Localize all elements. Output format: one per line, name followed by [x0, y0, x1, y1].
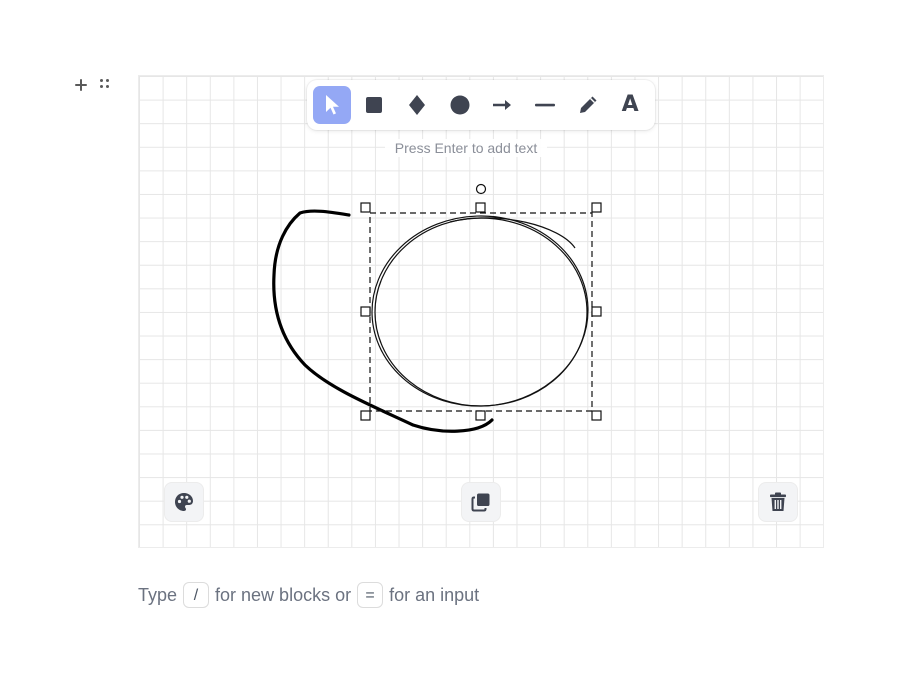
rotate-handle[interactable]	[475, 183, 487, 195]
square-icon	[366, 97, 383, 113]
handle-top	[475, 202, 486, 213]
handle-bottom-right	[591, 410, 602, 421]
tool-ellipse[interactable]	[441, 86, 479, 124]
tool-rectangle[interactable]	[356, 86, 394, 124]
tool-arrow[interactable]	[484, 86, 522, 124]
empty-block-placeholder[interactable]: Type / for new blocks or = for an input	[138, 582, 479, 608]
circle-icon	[450, 95, 470, 115]
freehand-stroke[interactable]	[272, 209, 494, 433]
cursor-icon	[325, 95, 339, 115]
palette-icon	[175, 493, 193, 511]
placeholder-suffix: for an input	[389, 584, 480, 605]
tool-line[interactable]	[526, 86, 564, 124]
handle-top-right	[591, 202, 602, 213]
equals-key: =	[357, 582, 384, 608]
handle-bottom-left	[360, 410, 371, 421]
diamond-icon	[409, 95, 426, 115]
slash-key: /	[183, 582, 210, 608]
canvas-hint: Press Enter to add text	[385, 139, 547, 157]
resize-handles[interactable]	[360, 202, 602, 421]
placeholder-prefix: Type	[138, 584, 178, 605]
style-button[interactable]	[164, 482, 204, 522]
shape-toolbar: A	[307, 80, 655, 130]
arrow-right-icon	[493, 100, 512, 110]
handle-right	[591, 306, 602, 317]
handle-top-left	[360, 202, 371, 213]
line-icon	[534, 103, 555, 107]
duplicate-button[interactable]	[461, 482, 501, 522]
duplicate-icon	[471, 493, 490, 512]
tool-diamond[interactable]	[398, 86, 436, 124]
handle-left	[360, 306, 371, 317]
tool-text[interactable]: A	[611, 86, 649, 124]
delete-button[interactable]	[758, 482, 798, 522]
trash-icon	[770, 492, 786, 511]
tool-draw[interactable]	[569, 86, 607, 124]
selection-box	[369, 212, 593, 412]
text-icon: A	[621, 92, 639, 117]
placeholder-middle: for new blocks or	[215, 584, 352, 605]
sketch-ellipse[interactable]	[369, 212, 591, 409]
pencil-icon	[579, 96, 597, 113]
handle-bottom	[475, 410, 486, 421]
tool-select[interactable]	[313, 86, 351, 124]
